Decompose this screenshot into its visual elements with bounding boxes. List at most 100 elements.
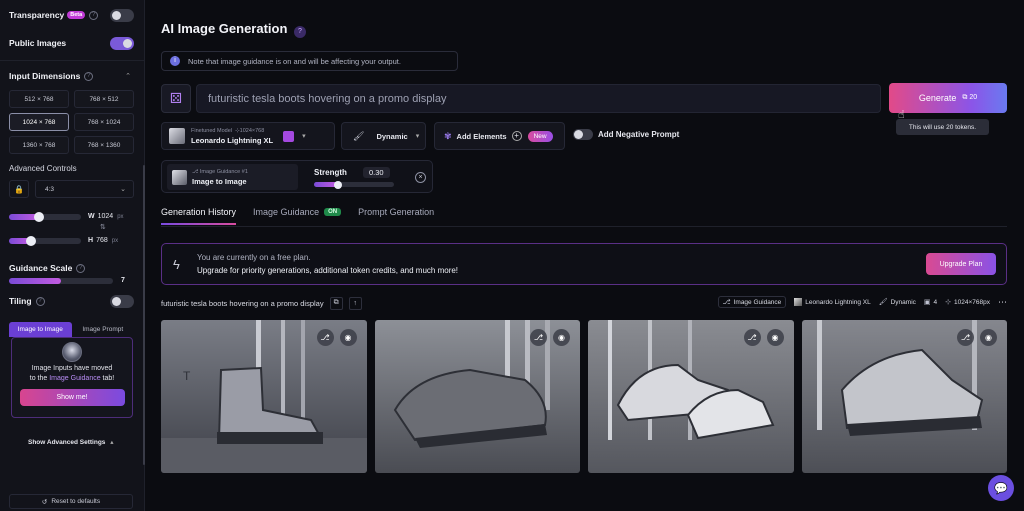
reset-to-defaults-button[interactable]: ↺ Reset to defaults: [9, 494, 133, 509]
help-icon[interactable]: ?: [294, 26, 306, 38]
generation-header: futuristic tesla boots hovering on a pro…: [161, 296, 1007, 310]
height-unit: px: [111, 238, 119, 244]
notice-link[interactable]: Image Guidance: [49, 375, 100, 382]
height-value[interactable]: 768: [96, 237, 108, 244]
eye-icon[interactable]: ◉: [766, 329, 784, 346]
token-icon: ⧉: [962, 94, 968, 101]
tab-prompt-generation[interactable]: Prompt Generation: [358, 204, 434, 220]
guidance-icon[interactable]: ⎇: [316, 329, 334, 346]
guidance-icon[interactable]: ⎇: [743, 329, 761, 346]
guidance-scale-row: Guidance Scale ?: [9, 263, 134, 273]
generate-button[interactable]: Generate ⧉ 20: [889, 83, 1007, 113]
guidance-icon: ⎇: [722, 299, 731, 306]
swap-icon[interactable]: ⇅: [100, 223, 106, 231]
lock-aspect-button[interactable]: 🔒: [9, 180, 29, 198]
generated-image[interactable]: ⎇ ◉: [374, 320, 580, 473]
dimension-option-selected[interactable]: 1024 × 768: [9, 113, 69, 131]
width-value[interactable]: 1024: [98, 213, 114, 220]
copy-icon[interactable]: ⧉: [329, 296, 343, 310]
sidebar-scrollbar[interactable]: [143, 165, 145, 465]
input-dimensions-row[interactable]: Input Dimensions ? ⌃: [9, 71, 134, 81]
show-advanced-settings-link[interactable]: Show Advanced Settings ▴: [28, 438, 114, 446]
meta-guidance-text: Image Guidance: [733, 298, 782, 306]
tab-image-to-image[interactable]: Image to Image: [9, 322, 72, 337]
eye-icon[interactable]: ◉: [553, 329, 570, 346]
token-value: 20: [969, 94, 978, 101]
height-slider[interactable]: [9, 236, 81, 246]
height-slider-handle[interactable]: [25, 236, 36, 246]
eye-icon[interactable]: ◉: [339, 329, 357, 346]
width-slider-handle[interactable]: [34, 212, 45, 222]
meta-size-text: 1024×768px: [954, 298, 990, 306]
public-images-toggle[interactable]: [110, 36, 134, 50]
negative-prompt-toggle-row[interactable]: Add Negative Prompt: [573, 129, 679, 140]
guidance-icon[interactable]: ⎇: [530, 329, 547, 346]
beta-badge: Beta: [67, 11, 86, 19]
close-icon[interactable]: ×: [415, 172, 426, 183]
help-icon[interactable]: ?: [89, 10, 99, 20]
tab-image-prompt[interactable]: Image Prompt: [72, 322, 135, 337]
notice-line2-prefix: to the: [29, 375, 50, 382]
dimension-option[interactable]: 1360 × 768: [9, 136, 69, 154]
negative-prompt-toggle[interactable]: [573, 129, 593, 140]
strength-slider[interactable]: [314, 180, 394, 189]
token-count: ⧉ 20: [962, 94, 977, 102]
chevron-down-icon: ▾: [302, 133, 306, 140]
dimension-option[interactable]: 512 × 768: [9, 90, 69, 108]
input-dimensions-label: Input Dimensions: [9, 71, 81, 81]
image-guidance-card[interactable]: ⎇ Image Guidance #1 Image to Image: [167, 164, 298, 190]
guidance-scale-slider[interactable]: [9, 278, 113, 284]
transparency-toggle[interactable]: [110, 8, 134, 22]
elements-icon: ✾: [444, 130, 452, 141]
add-elements-button[interactable]: ✾ Add Elements + New: [434, 122, 565, 150]
dimension-option[interactable]: 768 × 512: [74, 90, 134, 108]
generated-image[interactable]: ⎇ ◉: [801, 320, 1007, 473]
new-badge: New: [527, 130, 553, 142]
help-icon[interactable]: ?: [84, 71, 94, 81]
guidance-scale-label: Guidance Scale: [9, 263, 73, 273]
model-resolution: 1024×768: [239, 127, 265, 134]
generate-tooltip: This will use 20 tokens.: [896, 119, 989, 135]
style-selector[interactable]: 🖌 Dynamic ▾: [341, 122, 426, 150]
help-icon[interactable]: ?: [35, 296, 45, 306]
aspect-ratio-select[interactable]: 4:3 ⌄: [35, 180, 134, 198]
resize-icon: ⊹: [945, 299, 952, 306]
model-selector[interactable]: Finetuned Model ⊹1024×768 Leonardo Light…: [161, 122, 335, 150]
chat-support-button[interactable]: 💬: [988, 475, 1014, 501]
random-prompt-button[interactable]: ⚄: [161, 84, 191, 113]
show-me-button[interactable]: Show me!: [19, 389, 125, 406]
strength-slider-handle[interactable]: [334, 180, 342, 189]
help-icon[interactable]: ?: [76, 263, 86, 273]
guidance-icon[interactable]: ⎇: [957, 329, 974, 346]
upgrade-plan-button[interactable]: Upgrade Plan: [926, 253, 996, 275]
image-input-tabs: Image to Image Image Prompt: [9, 322, 134, 337]
strength-value[interactable]: 0.30: [363, 167, 390, 178]
generated-image[interactable]: T ⎇ ◉: [161, 320, 367, 473]
more-options-icon[interactable]: ⋯: [998, 297, 1007, 308]
info-icon: i: [170, 56, 180, 66]
eye-icon[interactable]: ◉: [980, 329, 997, 346]
tab-generation-history[interactable]: Generation History: [161, 204, 237, 225]
tiling-toggle[interactable]: [110, 294, 134, 308]
images-icon: ▣: [923, 299, 931, 306]
dimension-option[interactable]: 768 × 1024: [74, 113, 134, 131]
generated-image[interactable]: ⎇ ◉: [588, 320, 794, 473]
arrow-up-icon[interactable]: ↑: [348, 296, 362, 310]
model-thumbnail: [794, 298, 803, 306]
chevron-up-icon[interactable]: ⌃: [125, 72, 131, 80]
boot-image-4: [801, 320, 1007, 473]
meta-guidance: ⎇ Image Guidance: [717, 296, 787, 308]
brush-icon: 🖌: [353, 130, 365, 141]
chevron-up-icon: ▴: [110, 439, 114, 446]
width-slider[interactable]: [9, 212, 81, 222]
notice-line1: Image Inputs have moved: [31, 365, 113, 372]
settings-sidebar: Transparency Beta ? Public Images Input …: [0, 0, 145, 511]
main-tabs: Generation History Image Guidance ON Pro…: [161, 204, 451, 225]
prompt-input[interactable]: futuristic tesla boots hovering on a pro…: [196, 84, 881, 113]
model-badge-icon: [283, 130, 295, 142]
dimension-option[interactable]: 768 × 1360: [74, 136, 134, 154]
tab-image-guidance[interactable]: Image Guidance ON: [253, 204, 342, 220]
strength-label: Strength: [314, 168, 347, 177]
meta-count: ▣ 4: [923, 298, 937, 307]
guidance-caption: ⎇ Image Guidance #1: [192, 169, 248, 175]
